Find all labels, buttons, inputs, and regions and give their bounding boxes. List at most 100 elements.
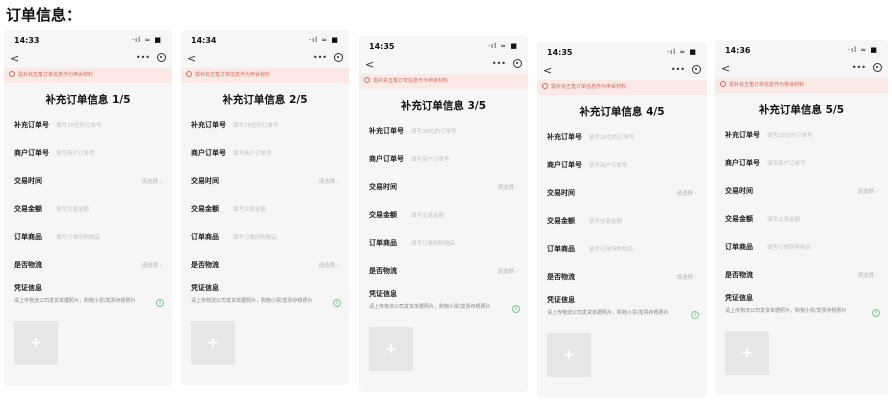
logistics-row[interactable]: 是否物流 请选择 › (4, 252, 172, 280)
back-icon[interactable]: < (187, 52, 196, 65)
logistics-select[interactable]: 请选择 › (498, 267, 518, 275)
nav-bar: < ••• (359, 58, 528, 74)
more-menu-icon[interactable]: ••• (492, 59, 506, 68)
goods-input[interactable]: 填写订单所购物品 (411, 239, 455, 247)
goods-row[interactable]: 订单商品 填写订单所购物品 (715, 234, 888, 262)
close-miniprogram-icon[interactable] (157, 53, 166, 62)
amount-input[interactable]: 填写交易金额 (767, 215, 800, 223)
amount-input[interactable]: 填写交易金额 (233, 205, 266, 213)
order-no-row[interactable]: 补充订单号 填写28位的订单号 (4, 112, 172, 140)
order-no-input[interactable]: 填写28位的订单号 (589, 133, 635, 141)
goods-row[interactable]: 订单商品 填写订单所购物品 (359, 230, 528, 258)
trade-time-select[interactable]: 请选择 › (677, 189, 697, 197)
amount-row[interactable]: 交易金额 填写交易金额 (359, 202, 528, 230)
status-bar: 14:35 ·ıl ≈ ■ (537, 42, 707, 64)
trade-time-select[interactable]: 请选择 › (142, 177, 162, 185)
merchant-no-row[interactable]: 商户订单号 填写商户订单号 (359, 146, 528, 174)
amount-input[interactable]: 填写交易金额 (56, 205, 89, 213)
amount-input[interactable]: 填写交易金额 (411, 211, 444, 219)
order-no-input[interactable]: 填写28位的订单号 (767, 131, 813, 139)
amount-row[interactable]: 交易金额 填写交易金额 (181, 196, 349, 224)
info-icon[interactable]: i (872, 309, 880, 317)
amount-row[interactable]: 交易金额 填写交易金额 (715, 206, 888, 234)
upload-image-button[interactable]: + (14, 321, 58, 365)
info-icon[interactable]: i (691, 311, 699, 319)
goods-input[interactable]: 填写订单所购物品 (56, 233, 100, 241)
amount-row[interactable]: 交易金额 填写交易金额 (537, 208, 707, 236)
goods-input[interactable]: 填写订单所购物品 (233, 233, 277, 241)
notice-banner: 需补充五笔订单信息作为申诉材料 (181, 68, 349, 83)
merchant-no-input[interactable]: 填写商户订单号 (411, 155, 450, 163)
trade-time-select[interactable]: 请选择 › (498, 183, 518, 191)
close-miniprogram-icon[interactable] (334, 53, 343, 62)
logistics-row[interactable]: 是否物流 请选择 › (359, 258, 528, 286)
info-icon[interactable]: i (333, 299, 341, 307)
order-no-input[interactable]: 填写28位的订单号 (411, 127, 457, 135)
close-miniprogram-icon[interactable] (873, 63, 882, 72)
trade-time-select[interactable]: 请选择 › (858, 187, 878, 195)
info-icon[interactable]: i (512, 305, 520, 313)
order-no-input[interactable]: 填写28位的订单号 (233, 121, 279, 129)
back-icon[interactable]: < (10, 52, 19, 65)
back-icon[interactable]: < (365, 58, 374, 71)
logistics-row[interactable]: 是否物流 请选择 › (181, 252, 349, 280)
amount-row[interactable]: 交易金额 填写交易金额 (4, 196, 172, 224)
trade-time-row[interactable]: 交易时间 请选择 › (4, 168, 172, 196)
more-menu-icon[interactable]: ••• (313, 53, 327, 62)
back-icon[interactable]: < (721, 62, 730, 75)
logistics-select[interactable]: 请选择 › (677, 273, 697, 281)
trade-time-select[interactable]: 请选择 › (319, 177, 339, 185)
logistics-row[interactable]: 是否物流 请选择 › (537, 264, 707, 292)
more-menu-icon[interactable]: ••• (671, 65, 685, 74)
close-miniprogram-icon[interactable] (692, 65, 701, 74)
upload-image-button[interactable]: + (191, 321, 235, 365)
merchant-no-input[interactable]: 填写商户订单号 (56, 149, 95, 157)
goods-row[interactable]: 订单商品 填写订单所购物品 (4, 224, 172, 252)
order-no-row[interactable]: 补充订单号 填写28位的订单号 (181, 112, 349, 140)
trade-time-label: 交易时间 (725, 187, 753, 195)
amount-input[interactable]: 填写交易金额 (589, 217, 622, 225)
merchant-no-input[interactable]: 填写商户订单号 (589, 161, 628, 169)
upload-image-button[interactable]: + (725, 331, 769, 375)
goods-row[interactable]: 订单商品 填写订单所购物品 (537, 236, 707, 264)
back-icon[interactable]: < (543, 64, 552, 77)
notice-banner: 需补充五笔订单信息作为申诉材料 (4, 68, 172, 83)
trade-time-row[interactable]: 交易时间 请选择 › (359, 174, 528, 202)
merchant-no-row[interactable]: 商户订单号 填写商户订单号 (181, 140, 349, 168)
merchant-no-row[interactable]: 商户订单号 填写商户订单号 (4, 140, 172, 168)
form-title: 补充订单信息 4/5 (579, 106, 665, 118)
more-menu-icon[interactable]: ••• (136, 53, 150, 62)
more-menu-icon[interactable]: ••• (852, 63, 866, 72)
order-no-input[interactable]: 填写28位的订单号 (56, 121, 102, 129)
logistics-select[interactable]: 请选择 › (858, 271, 878, 279)
merchant-no-row[interactable]: 商户订单号 填写商户订单号 (715, 150, 888, 178)
order-no-row[interactable]: 补充订单号 填写28位的订单号 (359, 118, 528, 146)
phone-screen-1: 14:33 ·ıl ≈ ■ < ••• 需补充五笔订单信息作为申诉材料 补充订单… (4, 30, 172, 386)
merchant-no-input[interactable]: 填写商户订单号 (233, 149, 272, 157)
amount-label: 交易金额 (547, 217, 575, 225)
goods-input[interactable]: 填写订单所购物品 (589, 245, 633, 253)
amount-label: 交易金额 (725, 215, 753, 223)
notice-banner: 需补充五笔订单信息作为申诉材料 (715, 78, 888, 93)
merchant-no-label: 商户订单号 (369, 155, 404, 163)
close-miniprogram-icon[interactable] (513, 59, 522, 68)
order-no-row[interactable]: 补充订单号 填写28位的订单号 (715, 122, 888, 150)
upload-image-button[interactable]: + (369, 327, 413, 371)
merchant-no-row[interactable]: 商户订单号 填写商户订单号 (537, 152, 707, 180)
order-no-row[interactable]: 补充订单号 填写28位的订单号 (537, 124, 707, 152)
logistics-row[interactable]: 是否物流 请选择 › (715, 262, 888, 290)
status-bar: 14:33 ·ıl ≈ ■ (4, 30, 172, 52)
proof-label: 凭证信息 (191, 284, 219, 292)
goods-input[interactable]: 填写订单所购物品 (767, 243, 811, 251)
logistics-select[interactable]: 请选择 › (319, 261, 339, 269)
info-icon[interactable]: i (156, 299, 164, 307)
trade-time-row[interactable]: 交易时间 请选择 › (181, 168, 349, 196)
upload-image-button[interactable]: + (547, 333, 591, 377)
merchant-no-input[interactable]: 填写商户订单号 (767, 159, 806, 167)
trade-time-row[interactable]: 交易时间 请选择 › (715, 178, 888, 206)
form-title: 补充订单信息 1/5 (45, 94, 131, 106)
goods-row[interactable]: 订单商品 填写订单所购物品 (181, 224, 349, 252)
proof-description-text: 请上传物流公司发货单据照片，购物小票/发票存根照片 (547, 310, 669, 316)
logistics-select[interactable]: 请选择 › (142, 261, 162, 269)
trade-time-row[interactable]: 交易时间 请选择 › (537, 180, 707, 208)
